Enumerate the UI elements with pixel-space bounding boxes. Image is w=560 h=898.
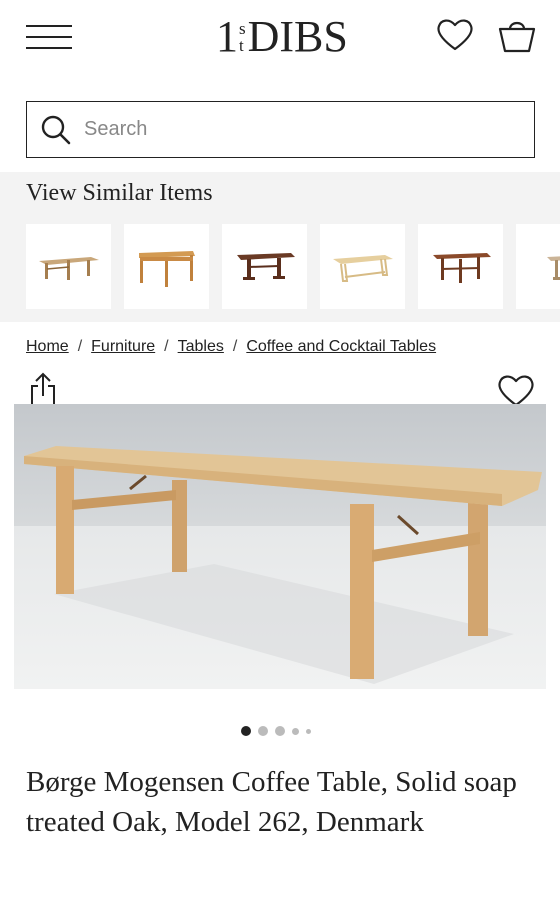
product-title: Børge Mogensen Coffee Table, Solid soap …	[26, 766, 517, 838]
wishlist-heart-icon[interactable]	[436, 16, 474, 54]
similar-item-thumb[interactable]	[222, 224, 307, 309]
breadcrumb-tables[interactable]: Tables	[178, 338, 224, 356]
search-input[interactable]	[84, 118, 484, 141]
image-pagination	[241, 726, 311, 736]
similar-item-thumb[interactable]	[124, 224, 209, 309]
similar-items-section: View Similar Items	[0, 172, 560, 322]
breadcrumb-coffee-and-cocktail-tables[interactable]: Coffee and Cocktail Tables	[246, 338, 436, 356]
hamburger-menu-icon[interactable]	[26, 22, 72, 52]
pagination-dot-active[interactable]	[241, 726, 251, 736]
pagination-dot[interactable]	[275, 726, 285, 736]
search-icon	[41, 115, 71, 144]
breadcrumb-separator: /	[77, 338, 83, 355]
pagination-dot[interactable]	[306, 728, 311, 734]
logo-one: 1	[216, 12, 238, 61]
similar-item-thumb[interactable]	[418, 224, 503, 309]
breadcrumb-separator: /	[164, 338, 169, 355]
breadcrumb-home[interactable]: Home	[26, 338, 69, 356]
breadcrumb: Home / Furniture / Tables / Coffee and C…	[26, 338, 436, 356]
product-main-image[interactable]	[14, 404, 546, 689]
logo-st: s t	[239, 19, 246, 55]
similar-items-carousel[interactable]	[26, 224, 560, 309]
similar-item-thumb[interactable]	[320, 224, 405, 309]
shopping-bag-icon[interactable]	[497, 16, 537, 56]
pagination-dot[interactable]	[258, 726, 268, 736]
pagination-dot[interactable]	[292, 727, 299, 735]
logo-dibs: DIBS	[247, 12, 348, 61]
top-header: 1 s t DIBS	[0, 0, 560, 78]
search-bar[interactable]	[26, 101, 535, 158]
breadcrumb-separator: /	[232, 338, 238, 355]
similar-item-thumb[interactable]	[516, 224, 560, 309]
share-icon[interactable]	[30, 372, 56, 408]
site-logo[interactable]: 1 s t DIBS	[216, 12, 348, 62]
similar-item-thumb[interactable]	[26, 224, 111, 309]
breadcrumb-furniture[interactable]: Furniture	[91, 338, 155, 356]
similar-items-heading: View Similar Items	[26, 180, 213, 206]
